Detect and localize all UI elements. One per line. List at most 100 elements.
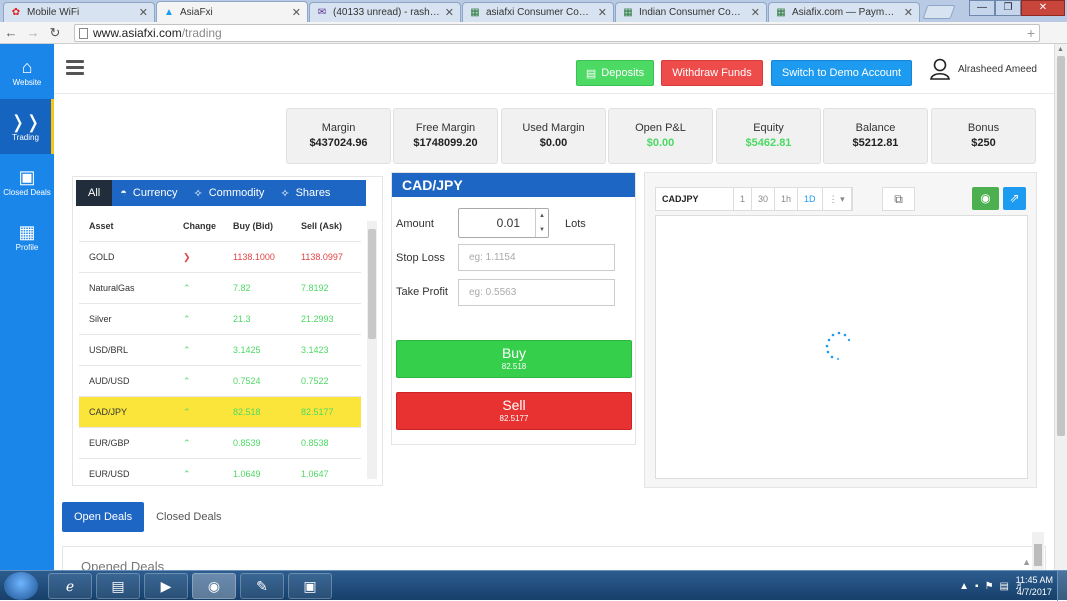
page-icon: ▦: [776, 7, 786, 18]
browser-tab[interactable]: ▦ Indian Consumer Compla ✕: [615, 2, 767, 22]
assets-scrollbar[interactable]: [367, 221, 377, 479]
more-options-icon[interactable]: ⋮ ▾: [823, 188, 852, 210]
table-row[interactable]: Silver ⌃ 21.3 21.2993: [79, 303, 361, 334]
stat-value: $0.00: [646, 137, 675, 149]
sidebar-item-trading[interactable]: ❭❭ Trading: [0, 99, 54, 154]
table-row[interactable]: AUD/USD ⌃ 0.7524 0.7522: [79, 365, 361, 396]
tray-app-icon[interactable]: ▪: [975, 581, 979, 592]
close-tab-icon[interactable]: ✕: [139, 6, 148, 19]
close-tab-icon[interactable]: ✕: [445, 6, 454, 19]
table-row[interactable]: EUR/USD ⌃ 1.0649 1.0647: [79, 458, 361, 489]
take-profit-input[interactable]: eg: 0.5563: [458, 279, 615, 306]
switch-demo-button[interactable]: Switch to Demo Account: [771, 60, 912, 86]
tab-currency[interactable]: ◓ Currency: [112, 180, 185, 206]
flag-icon[interactable]: ⚑: [985, 581, 994, 592]
close-tab-icon[interactable]: ✕: [598, 6, 607, 19]
amount-spinner[interactable]: ▲ ▼: [535, 209, 548, 237]
maximize-icon[interactable]: ❐: [995, 0, 1021, 16]
popout-icon[interactable]: ⇗: [1003, 187, 1026, 210]
spin-up-icon[interactable]: ▲: [536, 209, 548, 223]
media-player-icon[interactable]: ▶: [144, 573, 188, 599]
interval-1[interactable]: 1: [734, 188, 753, 210]
stop-loss-input[interactable]: eg: 1.1154: [458, 244, 615, 271]
close-window-icon[interactable]: ✕: [1021, 0, 1065, 16]
table-row[interactable]: NaturalGas ⌃ 7.82 7.8192: [79, 272, 361, 303]
table-row-selected[interactable]: CAD/JPY ⌃ 82.518 82.5177: [79, 396, 361, 427]
show-desktop-button[interactable]: [1057, 571, 1067, 601]
network-icon[interactable]: ▤: [1000, 581, 1009, 592]
sidebar-item-closed-deals[interactable]: ▣ Closed Deals: [0, 154, 54, 209]
back-icon[interactable]: ←: [0, 25, 22, 40]
bookmark-add-icon[interactable]: +: [1027, 25, 1035, 41]
arrow-up-icon: ⌃: [183, 345, 191, 355]
page-scrollbar[interactable]: ▲: [1054, 44, 1067, 570]
sell-button[interactable]: Sell 82.5177: [396, 392, 632, 430]
withdraw-funds-button[interactable]: Withdraw Funds: [661, 60, 763, 86]
tab-all[interactable]: All: [76, 180, 113, 206]
scrollbar-thumb[interactable]: [1034, 544, 1042, 566]
browser-tab[interactable]: ▦ Asiafix.com — Payment n ✕: [768, 2, 920, 22]
tab-shares[interactable]: ✧ Shares: [272, 180, 338, 206]
ie-icon[interactable]: ℯ: [48, 573, 92, 599]
scrollbar-thumb[interactable]: [1057, 56, 1065, 436]
chart-symbol-input[interactable]: CADJPY: [656, 188, 734, 210]
close-tab-icon[interactable]: ✕: [904, 6, 913, 19]
camera-icon[interactable]: ◉: [972, 187, 999, 210]
hamburger-menu-icon[interactable]: [66, 60, 84, 75]
tab-label: Shares: [295, 187, 331, 199]
indicators-icon[interactable]: ⧉: [882, 187, 915, 211]
chrome-icon[interactable]: ◉: [192, 573, 236, 599]
forward-icon[interactable]: →: [22, 25, 44, 40]
window-controls: — ❐ ✕: [969, 0, 1065, 16]
ask-price: 1.0647: [301, 469, 329, 479]
tab-open-deals[interactable]: Open Deals: [62, 502, 145, 532]
amount-stepper[interactable]: 0.01 ▲ ▼: [458, 208, 549, 238]
currency-icon: ◓: [120, 187, 127, 199]
deposits-button[interactable]: ▤ Deposits: [576, 60, 654, 86]
table-row[interactable]: USD/BRL ⌃ 3.1425 3.1423: [79, 334, 361, 365]
interval-30[interactable]: 30: [752, 188, 776, 210]
ask-price: 0.7522: [301, 376, 329, 386]
deals-scrollbar[interactable]: [1032, 532, 1044, 570]
table-row[interactable]: EUR/GBP ⌃ 0.8539 0.8538: [79, 427, 361, 458]
browser-tab-active[interactable]: ▲ AsiaFxi ✕: [156, 1, 308, 22]
close-tab-icon[interactable]: ✕: [292, 6, 301, 19]
scrollbar-thumb[interactable]: [368, 229, 376, 339]
user-menu[interactable]: Alrasheed Ameed: [930, 58, 1037, 80]
table-row[interactable]: GOLD ❯ 1138.1000 1138.0997: [79, 241, 361, 272]
chart-area[interactable]: [655, 215, 1028, 479]
browser-tab[interactable]: ✉ (40133 unread) - rasheed_ ✕: [309, 2, 461, 22]
start-button[interactable]: [4, 572, 38, 600]
chevron-up-icon[interactable]: ▲: [1022, 557, 1031, 567]
tab-commodity[interactable]: ✧ Commodity: [186, 180, 273, 206]
asset-name: CAD/JPY: [89, 407, 128, 417]
chart-panel: CADJPY 1 30 1h 1D ⋮ ▾ ⧉ ◉ ⇗: [644, 172, 1037, 488]
interval-1h[interactable]: 1h: [775, 188, 799, 210]
browser-tab[interactable]: ✿ Mobile WiFi ✕: [3, 2, 155, 22]
url-bar[interactable]: www.asiafxi.com/trading +: [74, 24, 1040, 42]
explorer-icon[interactable]: ▤: [96, 573, 140, 599]
close-tab-icon[interactable]: ✕: [751, 6, 760, 19]
tray-expand-icon[interactable]: ▲: [959, 581, 969, 592]
buy-button[interactable]: Buy 82.518: [396, 340, 632, 378]
clock[interactable]: 11:45 AM 4/7/2017: [1016, 574, 1053, 598]
interval-1d[interactable]: 1D: [798, 188, 823, 210]
browser-tab[interactable]: ▦ asiafxi Consumer Compla ✕: [462, 2, 614, 22]
reload-icon[interactable]: ↻: [44, 25, 66, 41]
bid-price: 1138.1000: [233, 252, 275, 262]
tab-closed-deals[interactable]: Closed Deals: [144, 502, 233, 532]
commodity-icon: ✧: [193, 187, 203, 200]
sidebar-item-profile[interactable]: ▦ Profile: [0, 209, 54, 264]
tab-title: AsiaFxi: [180, 6, 213, 18]
paint-icon[interactable]: ✎: [240, 573, 284, 599]
minimize-icon[interactable]: —: [969, 0, 995, 16]
buy-label: Buy: [501, 345, 527, 361]
scroll-up-icon[interactable]: ▲: [1057, 46, 1064, 53]
asset-name: EUR/GBP: [89, 438, 130, 448]
new-tab-button[interactable]: [922, 5, 956, 19]
app-icon[interactable]: ▣: [288, 573, 332, 599]
spin-down-icon[interactable]: ▼: [536, 223, 548, 237]
url-path: /trading: [181, 26, 222, 40]
sidebar-item-website[interactable]: ⌂ Website: [0, 44, 54, 99]
stat-value: $5462.81: [745, 137, 792, 149]
